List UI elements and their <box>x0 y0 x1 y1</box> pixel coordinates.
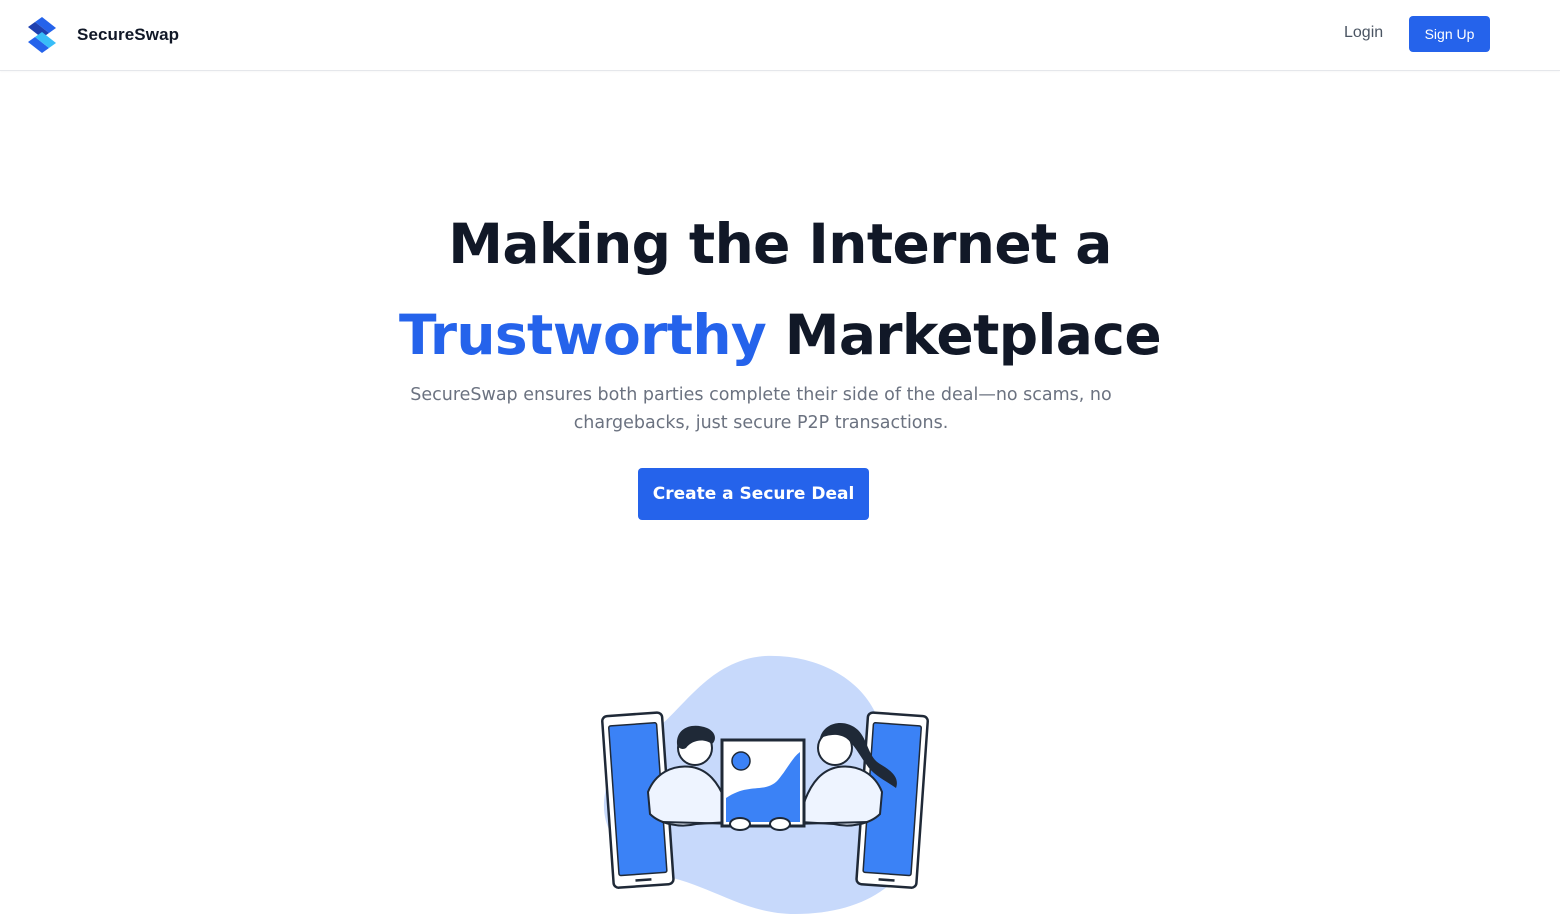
phone-exchange-illustration <box>601 655 929 914</box>
signup-button[interactable]: Sign Up <box>1409 16 1490 52</box>
hero-title: Making the Internet a Trustworthy Market… <box>0 199 1560 381</box>
top-navbar: SecureSwap Login Sign Up <box>0 0 1560 71</box>
hero-title-line2: Trustworthy Marketplace <box>0 290 1560 381</box>
hero-title-rest: Marketplace <box>766 303 1162 367</box>
secureswap-logo-icon <box>28 17 56 53</box>
hero-title-line1: Making the Internet a <box>448 212 1112 276</box>
brand[interactable]: SecureSwap <box>23 16 179 54</box>
create-deal-button[interactable]: Create a Secure Deal <box>638 468 869 520</box>
login-link[interactable]: Login <box>1344 24 1383 42</box>
hero-subtitle: SecureSwap ensures both parties complete… <box>410 385 1112 433</box>
hero-title-accent: Trustworthy <box>398 303 767 367</box>
brand-name: SecureSwap <box>77 25 180 44</box>
